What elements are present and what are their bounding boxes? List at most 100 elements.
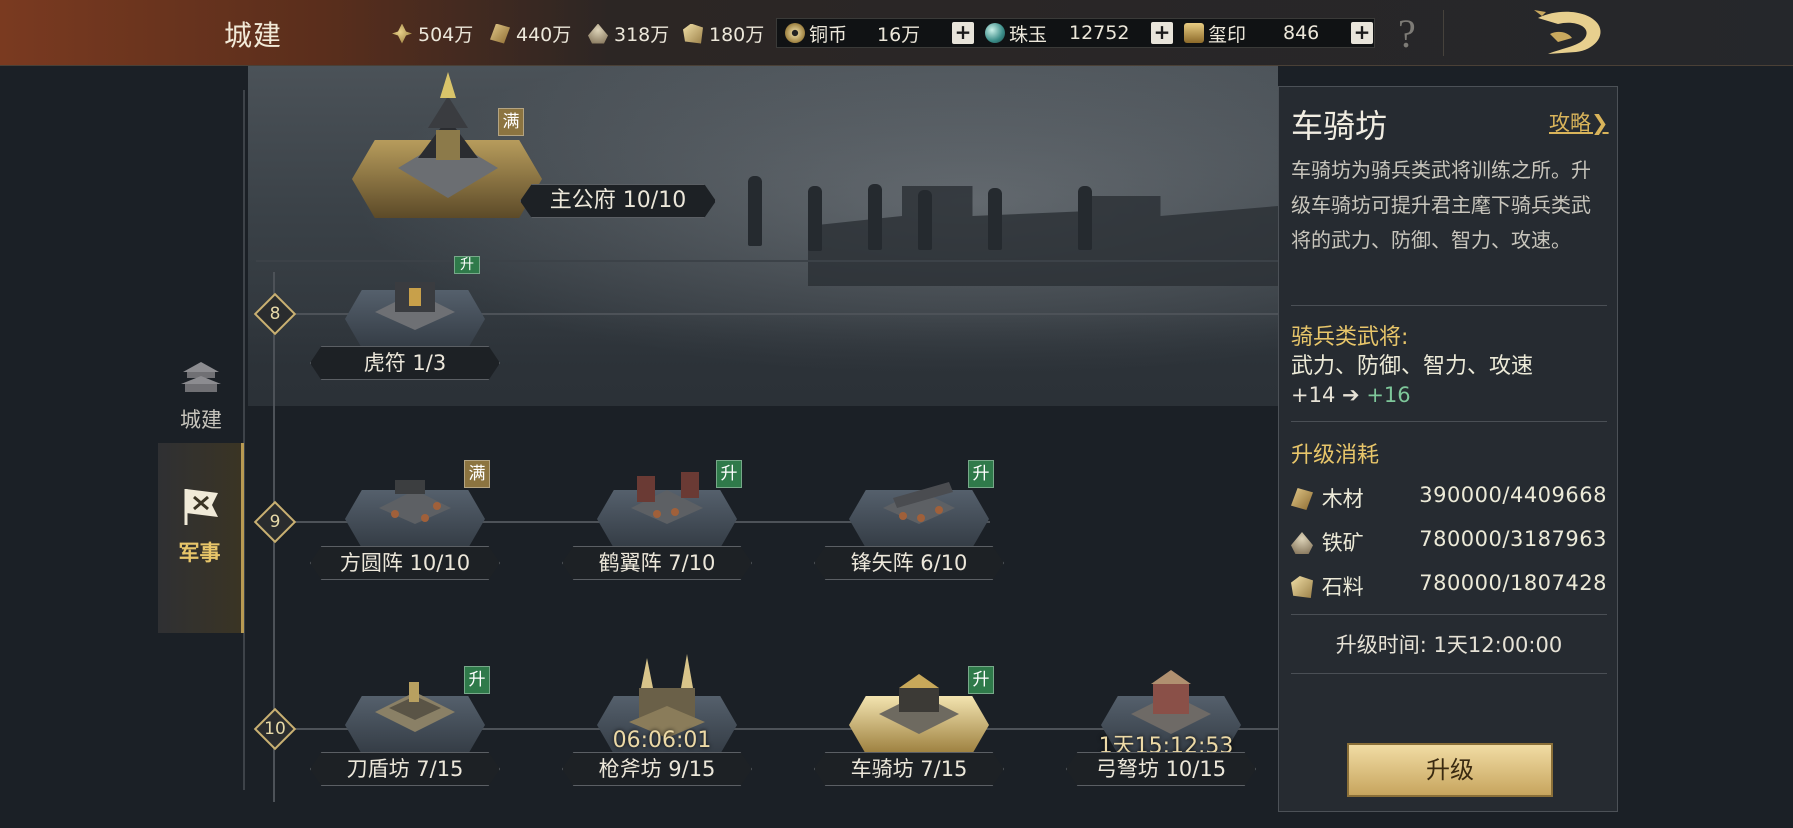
guide-link[interactable]: 攻略❯ xyxy=(1549,107,1609,137)
cost-value: 780000/3187963 xyxy=(1419,527,1607,551)
spear-axe-workshop-building-icon xyxy=(629,654,705,738)
war-flag-icon xyxy=(184,489,218,525)
max-level-badge: 满 xyxy=(498,108,524,136)
copper-coin-icon xyxy=(785,23,805,43)
building-label: 弓弩坊 10/15 xyxy=(1066,752,1256,786)
level-marker-9: 9 xyxy=(253,500,297,544)
building-label: 鹤翼阵 7/10 xyxy=(562,546,752,580)
currency-seal: 玺印 xyxy=(1184,19,1246,47)
square-formation-building-icon xyxy=(379,480,451,524)
building-tiger-tally[interactable]: 升 虎符 1/3 xyxy=(310,256,510,382)
building-label: 虎符 1/3 xyxy=(310,346,500,380)
currency-jade-value: 12752 xyxy=(1069,19,1129,47)
resource-iron: 318万 xyxy=(588,20,669,47)
resource-value: 318万 xyxy=(614,24,670,46)
seal-icon xyxy=(1184,23,1204,43)
tab-city-building[interactable]: 城建 xyxy=(158,358,244,450)
upgrade-badge: 升 xyxy=(968,666,994,694)
building-label: 方圆阵 10/10 xyxy=(310,546,500,580)
currency-value: 12752 xyxy=(1069,22,1130,44)
currency-copper: 铜币 xyxy=(785,19,847,47)
divider xyxy=(1291,673,1607,674)
cost-row-wood: 木材 390000/4409668 xyxy=(1291,483,1607,513)
stone-icon xyxy=(683,23,703,44)
resource-wood: 440万 xyxy=(490,20,571,47)
upgrade-time-label: 升级时间: xyxy=(1335,633,1427,657)
building-label: 车骑坊 7/15 xyxy=(814,752,1004,786)
building-bow-crossbow-workshop[interactable]: 1天15:12:53 弓弩坊 10/15 xyxy=(1066,668,1266,788)
palace-icon xyxy=(181,362,221,392)
resource-stone: 180万 xyxy=(683,20,764,47)
building-crane-wing-formation[interactable]: 升 鹤翼阵 7/10 xyxy=(562,460,762,582)
upgrade-badge: 升 xyxy=(968,460,994,488)
upgrade-time: 升级时间: 1天12:00:00 xyxy=(1279,629,1619,659)
wood-icon xyxy=(490,23,510,44)
currency-value: 846 xyxy=(1283,22,1320,44)
add-jade-button[interactable]: + xyxy=(1151,22,1173,44)
building-main-hall[interactable]: 满 主公府 10/10 xyxy=(350,68,730,228)
top-bar: 城建 504万 440万 318万 180万 铜币 16万 + 珠玉 12752… xyxy=(0,0,1793,66)
cost-row-iron: 铁矿 780000/3187963 xyxy=(1291,527,1607,557)
building-arrowhead-formation[interactable]: 升 锋矢阵 6/10 xyxy=(814,460,1014,582)
cost-value: 780000/1807428 xyxy=(1419,571,1607,595)
cost-name: 木材 xyxy=(1321,487,1364,511)
bonus-current: +14 xyxy=(1291,383,1336,407)
construction-timer: 06:06:01 xyxy=(612,728,712,753)
cost-name: 石料 xyxy=(1321,575,1364,599)
bonus-values: +14 ➔ +16 xyxy=(1291,383,1411,407)
currency-bar: 铜币 16万 + 珠玉 12752 + 玺印 846 + xyxy=(776,18,1375,48)
arrow-right-icon: ➔ xyxy=(1342,383,1360,407)
currency-name: 铜币 xyxy=(809,23,848,46)
bonus-heading: 骑兵类武将: xyxy=(1291,325,1409,350)
crane-wing-formation-building-icon xyxy=(631,472,703,524)
iron-icon xyxy=(588,23,608,44)
jade-icon xyxy=(985,23,1005,43)
dragon-logo-icon[interactable] xyxy=(1528,6,1608,60)
sword-shield-workshop-building-icon xyxy=(375,682,455,732)
upgrade-badge: 升 xyxy=(464,666,490,694)
main-hall-building-icon xyxy=(398,72,498,198)
resource-grain: 504万 xyxy=(392,20,473,47)
chariot-cavalry-workshop-building-icon xyxy=(879,674,959,734)
tab-military[interactable]: 军事 xyxy=(158,443,244,633)
cost-name: 铁矿 xyxy=(1321,531,1364,555)
currency-name: 玺印 xyxy=(1208,23,1247,46)
resource-value: 180万 xyxy=(709,24,765,46)
stone-icon xyxy=(1291,576,1313,598)
building-spear-axe-workshop[interactable]: 06:06:01 枪斧坊 9/15 xyxy=(562,654,762,788)
max-level-badge: 满 xyxy=(464,460,490,488)
building-square-formation[interactable]: 满 方圆阵 10/10 xyxy=(310,460,510,582)
resource-value: 440万 xyxy=(516,24,572,46)
add-seal-button[interactable]: + xyxy=(1351,22,1373,44)
grain-icon xyxy=(392,23,412,44)
help-button[interactable]: ? xyxy=(1398,10,1416,57)
currency-copper-value: 16万 xyxy=(877,19,920,47)
bonus-stats: 武力、防御、智力、攻速 xyxy=(1291,354,1534,379)
iron-icon xyxy=(1291,532,1313,554)
cost-value: 390000/4409668 xyxy=(1419,483,1607,507)
currency-name: 珠玉 xyxy=(1009,23,1048,46)
upgrade-button[interactable]: 升级 xyxy=(1347,743,1553,797)
upgrade-time-value: 1天12:00:00 xyxy=(1433,633,1563,657)
currency-jade: 珠玉 xyxy=(985,19,1047,47)
currency-seal-value: 846 xyxy=(1283,19,1319,47)
building-sword-shield-workshop[interactable]: 升 刀盾坊 7/15 xyxy=(310,666,510,788)
building-label: 刀盾坊 7/15 xyxy=(310,752,500,786)
page-title: 城建 xyxy=(224,19,283,52)
level-marker-10: 10 xyxy=(253,707,297,751)
bonus-next: +16 xyxy=(1366,383,1411,407)
divider xyxy=(1291,614,1607,615)
arrowhead-formation-building-icon xyxy=(883,482,955,524)
building-label: 枪斧坊 9/15 xyxy=(562,752,752,786)
divider xyxy=(1291,305,1607,306)
tab-label: 军事 xyxy=(178,541,221,565)
wood-icon xyxy=(1291,488,1313,510)
currency-value: 16万 xyxy=(877,23,921,46)
building-description: 车骑坊为骑兵类武将训练之所。升级车骑坊可提升君主麾下骑兵类武将的武力、防御、智力… xyxy=(1291,158,1591,252)
resource-value: 504万 xyxy=(418,24,474,46)
add-copper-button[interactable]: + xyxy=(952,22,974,44)
upgrade-badge: 升 xyxy=(716,460,742,488)
cost-heading: 升级消耗 xyxy=(1291,443,1380,468)
building-chariot-cavalry-workshop[interactable]: 升 车骑坊 7/15 xyxy=(814,666,1014,788)
building-detail-panel: 车骑坊 攻略❯ 车骑坊为骑兵类武将训练之所。升级车骑坊可提升君主麾下骑兵类武将的… xyxy=(1278,86,1618,812)
